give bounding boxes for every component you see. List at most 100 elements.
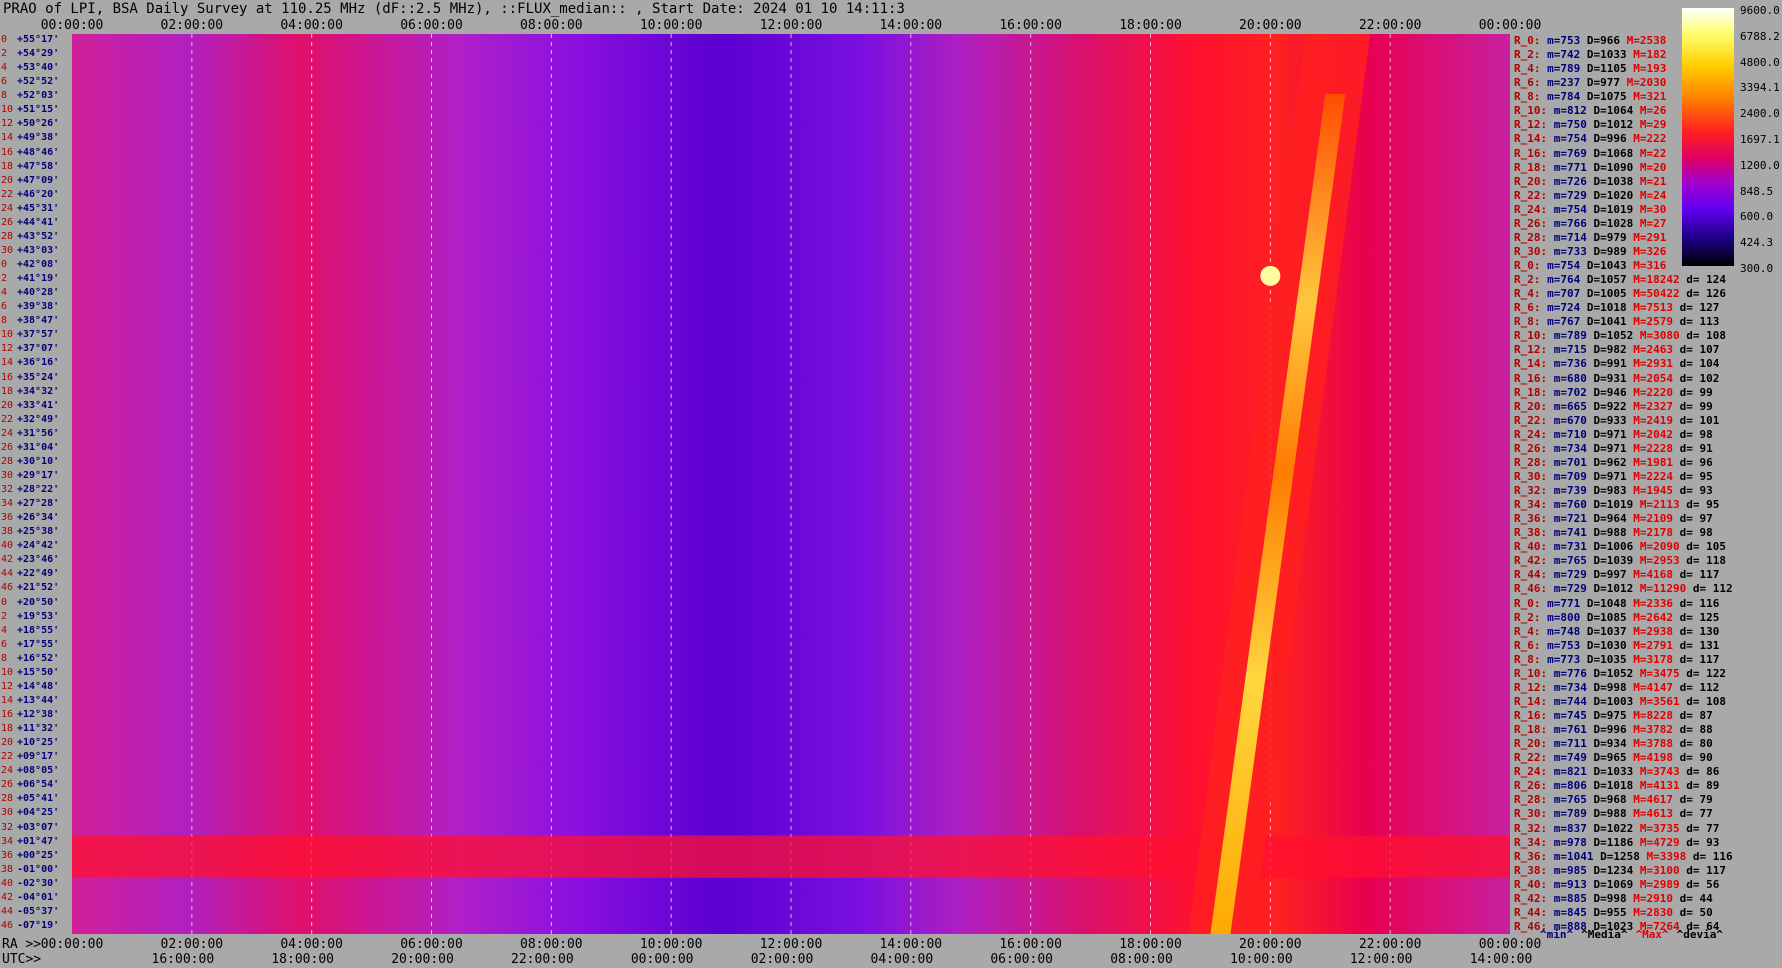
- stat-min: m=806: [1553, 779, 1594, 793]
- stat-max: M=50422: [1633, 287, 1687, 301]
- top-tick-label: 00:00:00: [40, 18, 104, 33]
- stat-min: m=784: [1547, 90, 1587, 104]
- beam-id: R_46:: [1514, 582, 1554, 596]
- heatmap-plot[interactable]: [72, 34, 1510, 934]
- beam-index-label: 44: [1, 905, 14, 917]
- declination-label: +14°48': [17, 680, 60, 692]
- beam-index-label: 28: [1, 230, 14, 242]
- stat-deviation: d= 44: [1679, 891, 1713, 905]
- declination-label: +43°03': [17, 244, 60, 256]
- beam-id: R_16:: [1514, 371, 1554, 385]
- declination-label: +05°41': [17, 793, 60, 805]
- beam-id: R_34:: [1514, 835, 1554, 849]
- stats-legend-item: ^Media^: [1581, 928, 1628, 941]
- stat-median: D=1043: [1586, 259, 1634, 272]
- beam-index-label: 28: [1, 455, 14, 467]
- beam-stat-row: R_18: m=702 D=946 M=2220 d= 99: [1514, 386, 1713, 399]
- stat-max: M=2224: [1633, 469, 1680, 483]
- stat-max: M=21: [1639, 174, 1667, 188]
- colorbar-tick-label: 1697.1: [1740, 133, 1780, 146]
- stat-median: D=966: [1586, 34, 1627, 47]
- stat-min: m=1041: [1553, 849, 1601, 863]
- beam-index-label: 30: [1, 469, 14, 481]
- beam-stat-row: R_28: m=714 D=979 M=291: [1514, 231, 1666, 244]
- beam-index-label: 18: [1, 385, 14, 397]
- declination-label: +53°40': [17, 62, 60, 74]
- beam-index-label: 2: [1, 610, 8, 622]
- beam-index-label: 44: [1, 568, 14, 580]
- beam-stat-row: R_16: m=745 D=975 M=8228 d= 87: [1514, 709, 1713, 722]
- beam-index-label: 14: [1, 132, 14, 144]
- beam-stat-row: R_26: m=806 D=1018 M=4131 d= 89: [1514, 779, 1719, 792]
- beam-id: R_12:: [1514, 118, 1554, 132]
- stat-min: m=729: [1553, 568, 1594, 582]
- declination-label: +36°16': [17, 357, 60, 369]
- ra-tick-label: 14:00:00: [879, 937, 943, 952]
- stat-min: m=741: [1553, 526, 1594, 540]
- top-tick-label: 06:00:00: [400, 18, 463, 33]
- stat-max: M=2989: [1639, 877, 1687, 891]
- stat-median: D=996: [1593, 723, 1634, 737]
- beam-stat-row: R_28: m=701 D=962 M=1981 d= 96: [1514, 456, 1713, 469]
- beam-stat-row: R_0: m=771 D=1048 M=2336 d= 116: [1514, 597, 1719, 610]
- stat-median: D=962: [1593, 455, 1634, 469]
- beam-id: R_0:: [1514, 596, 1548, 610]
- stat-min: m=761: [1553, 723, 1594, 737]
- beam-index-label: 6: [1, 76, 8, 88]
- beam-stat-row: R_8: m=784 D=1075 M=321: [1514, 90, 1666, 103]
- beam-index-label: 10: [1, 104, 14, 116]
- stat-deviation: d= 104: [1679, 357, 1720, 371]
- stat-median: D=1006: [1593, 540, 1640, 554]
- stats-legend-item: ^min^: [1540, 928, 1574, 941]
- stat-deviation: d= 112: [1692, 582, 1733, 596]
- declination-label: +34°32': [17, 385, 60, 397]
- stat-min: m=729: [1553, 188, 1594, 202]
- ra-tick-label: 00:00:00: [40, 937, 104, 952]
- beam-id: R_4:: [1514, 287, 1548, 301]
- stat-min: m=765: [1553, 554, 1594, 568]
- beam-stat-row: R_36: m=1041 D=1258 M=3398 d= 116: [1514, 850, 1733, 863]
- colorbar-tick-label: 848.5: [1740, 184, 1774, 198]
- stat-min: m=789: [1547, 62, 1587, 76]
- stat-median: D=1038: [1593, 174, 1640, 188]
- stat-median: D=991: [1593, 357, 1634, 371]
- utc-tick-label: 20:00:00: [391, 952, 454, 967]
- beam-id: R_2:: [1514, 48, 1548, 62]
- declination-label: +48°46': [17, 146, 60, 158]
- stat-max: M=3735: [1639, 821, 1687, 835]
- beam-stat-row: R_34: m=760 D=1019 M=2113 d= 95: [1514, 498, 1719, 511]
- beam-id: R_4:: [1514, 624, 1548, 638]
- beam-index-label: 16: [1, 371, 14, 383]
- beam-id: R_32:: [1514, 821, 1554, 835]
- beam-index-label: 26: [1, 441, 14, 453]
- stat-median: D=1234: [1593, 863, 1640, 877]
- declination-label: +26°34': [17, 512, 60, 524]
- stat-max: M=3475: [1639, 666, 1687, 680]
- beam-index-label: 0: [1, 596, 8, 608]
- colorbar-tick-label: 4800.0: [1740, 55, 1780, 69]
- stat-deviation: d= 93: [1686, 835, 1720, 849]
- stat-min: m=742: [1547, 48, 1587, 62]
- declination-label: +30°10': [17, 455, 60, 467]
- stat-median: D=1022: [1593, 821, 1640, 835]
- beam-index-label: 4: [1, 287, 8, 299]
- stat-deviation: d= 77: [1686, 821, 1720, 835]
- beam-index-label: 10: [1, 666, 14, 678]
- colorbar-tick-label: 300.0: [1740, 262, 1774, 275]
- stat-min: m=739: [1553, 484, 1594, 497]
- stat-min: m=767: [1547, 315, 1587, 329]
- beam-index-label: 38: [1, 526, 14, 538]
- colorbar-tick-label: 600.0: [1740, 210, 1774, 224]
- stat-median: D=1018: [1593, 779, 1640, 793]
- stat-deviation: d= 117: [1679, 568, 1720, 582]
- beam-id: R_26:: [1514, 216, 1554, 230]
- declination-label: +52°52': [17, 76, 60, 88]
- beam-stat-row: R_26: m=734 D=971 M=2228 d= 91: [1514, 442, 1713, 455]
- top-tick-label: 22:00:00: [1358, 18, 1422, 33]
- utc-axis-label: UTC>>: [2, 952, 42, 967]
- beam-index-label: 46: [1, 919, 14, 931]
- stat-median: D=1186: [1593, 835, 1640, 849]
- top-tick-label: 14:00:00: [879, 18, 943, 33]
- colorbar-tick-label: 3394.1: [1740, 81, 1780, 95]
- stat-min: m=733: [1553, 244, 1594, 258]
